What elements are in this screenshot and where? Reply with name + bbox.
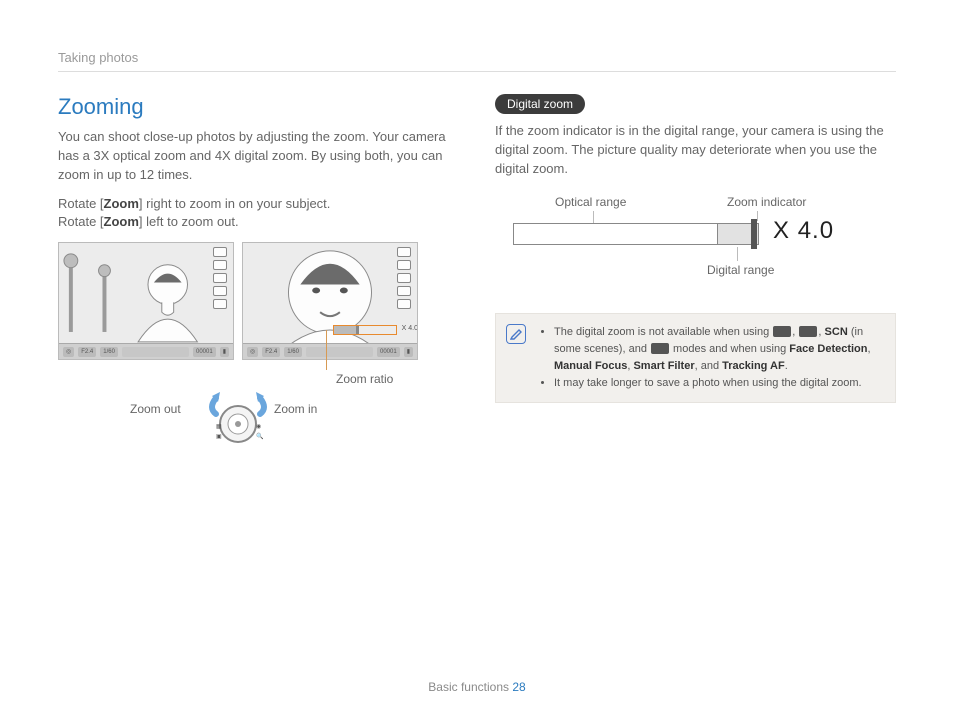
mult-value: 4.0 (798, 217, 834, 244)
smart-mode-icon (773, 326, 791, 337)
meter-chip (122, 347, 189, 357)
counter-chip: 00001 (193, 347, 216, 357)
dual-mode-icon (799, 326, 817, 337)
shutter-chip: 1/60 (284, 347, 302, 357)
heading-zooming: Zooming (58, 94, 459, 120)
note-item-1: The digital zoom is not available when u… (554, 324, 883, 375)
svg-text:▦: ▦ (216, 424, 222, 430)
movie-mode-icon (651, 343, 669, 354)
note-list: The digital zoom is not available when u… (540, 324, 883, 392)
status-icon (213, 273, 227, 283)
scn-label: SCN (825, 326, 848, 338)
face-detection-label: Face Detection (789, 343, 867, 355)
lcd-bottom-bar: ◎ F2.4 1/60 00001 ▮ (59, 343, 233, 359)
zoom-indicator-highlight: X 4.0 (333, 325, 397, 335)
callouts-and-dial: Zoom ratio Zoom out Zoom in ▦ ▣ ◉ (58, 366, 459, 446)
mode-chip: ◎ (247, 347, 258, 357)
status-icon (397, 247, 411, 257)
zoom-bold-2: Zoom (104, 214, 139, 229)
right-column: Digital zoom If the zoom indicator is in… (495, 94, 896, 446)
digital-zoom-pill: Digital zoom (495, 94, 585, 114)
note-icon (506, 324, 526, 344)
battery-chip: ▮ (404, 347, 413, 357)
status-icon (397, 273, 411, 283)
mode-chip: ◎ (63, 347, 74, 357)
lcd-bottom-bar: ◎ F2.4 1/60 00001 ▮ (243, 343, 417, 359)
optical-range-label: Optical range (555, 195, 626, 209)
zoom-dial-illustration: ▦ ▣ ◉ 🔍 (208, 392, 268, 452)
rotate-in-post: ] right to zoom in on your subject. (139, 196, 330, 211)
mult-prefix: X (773, 217, 790, 244)
status-icon (213, 299, 227, 309)
lcd-screenshot-wide: ◎ F2.4 1/60 00001 ▮ (58, 242, 234, 360)
aperture-chip: F2.4 (262, 347, 280, 357)
sep: , (868, 343, 871, 355)
status-icon (397, 299, 411, 309)
tracking-af-label: Tracking AF (722, 360, 785, 372)
digital-range-label: Digital range (707, 263, 774, 277)
screenshot-pair: ◎ F2.4 1/60 00001 ▮ (58, 242, 459, 360)
footer-page-number: 28 (512, 680, 525, 694)
leader-line (326, 330, 327, 370)
aperture-chip: F2.4 (78, 347, 96, 357)
period: . (785, 360, 788, 372)
battery-chip: ▮ (220, 347, 229, 357)
counter-chip: 00001 (377, 347, 400, 357)
manual-focus-label: Manual Focus (554, 360, 627, 372)
two-column-layout: Zooming You can shoot close-up photos by… (58, 94, 896, 446)
status-icon-stack (213, 247, 229, 309)
svg-text:▣: ▣ (216, 434, 222, 440)
intro-paragraph: You can shoot close-up photos by adjusti… (58, 128, 459, 185)
status-icon (213, 286, 227, 296)
zoom-multiplier: X 4.0 (773, 217, 834, 245)
page-footer: Basic functions 28 (0, 680, 954, 694)
zoom-range-diagram: Optical range Zoom indicator X 4.0 Digit… (513, 189, 869, 299)
status-icon-stack (397, 247, 413, 309)
leader-line (737, 247, 738, 261)
breadcrumb: Taking photos (58, 50, 896, 72)
zoom-in-label: Zoom in (274, 402, 317, 416)
footer-section: Basic functions (428, 680, 509, 694)
status-icon (397, 260, 411, 270)
zoom-indicator-value: X 4.0 (402, 325, 418, 332)
svg-text:◉: ◉ (256, 424, 261, 430)
leader-line (593, 211, 594, 223)
note-text: The digital zoom is not available when u… (554, 326, 772, 338)
lcd-screenshot-zoomed: X 4.0 ◎ F2.4 1/60 00001 ▮ (242, 242, 418, 360)
zoom-indicator-label: Zoom indicator (727, 195, 806, 209)
note-text: modes and when using (670, 343, 789, 355)
meter-chip (306, 347, 373, 357)
and-sep: , and (695, 360, 723, 372)
zoom-out-label: Zoom out (130, 402, 181, 416)
rotate-instructions: Rotate [Zoom] right to zoom in on your s… (58, 195, 459, 233)
rotate-out-post: ] left to zoom out. (139, 214, 239, 229)
smart-filter-label: Smart Filter (633, 360, 694, 372)
zoom-indicator-fill (334, 326, 359, 334)
note-item-2: It may take longer to save a photo when … (554, 375, 883, 392)
note-box: The digital zoom is not available when u… (495, 313, 896, 403)
shutter-chip: 1/60 (100, 347, 118, 357)
manual-page: Taking photos Zooming You can shoot clos… (0, 0, 954, 720)
digital-zoom-paragraph: If the zoom indicator is in the digital … (495, 122, 896, 179)
rotate-out-pre: Rotate [ (58, 214, 104, 229)
status-icon (397, 286, 411, 296)
zoom-bold-1: Zoom (104, 196, 139, 211)
left-column: Zooming You can shoot close-up photos by… (58, 94, 459, 446)
zoom-ratio-label: Zoom ratio (336, 372, 393, 386)
rotate-in-pre: Rotate [ (58, 196, 104, 211)
svg-text:🔍: 🔍 (256, 432, 264, 440)
leader-line (757, 211, 758, 221)
zoom-position-tick (751, 219, 757, 249)
status-icon (213, 260, 227, 270)
status-icon (213, 247, 227, 257)
